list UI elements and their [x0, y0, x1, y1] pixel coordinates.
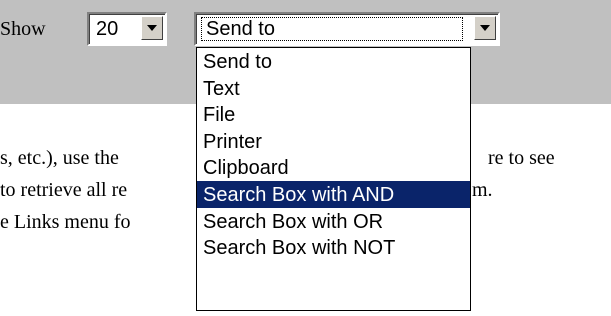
dropdown-option-printer[interactable]: Printer	[197, 128, 470, 155]
dropdown-option-search-box-and[interactable]: Search Box with AND	[197, 180, 470, 208]
page: Show 20 Send to s, etc.), use the re to …	[0, 0, 611, 316]
rows-per-page-select[interactable]: 20	[87, 12, 167, 46]
send-to-dropdown-list: Send to Text File Printer Clipboard Sear…	[196, 47, 471, 311]
chevron-down-icon	[480, 25, 490, 31]
send-to-dropdown-button[interactable]	[474, 16, 496, 40]
dropdown-option-text[interactable]: Text	[197, 75, 470, 102]
dropdown-option-search-box-not[interactable]: Search Box with NOT	[197, 234, 470, 261]
rows-per-page-dropdown-button[interactable]	[141, 16, 163, 40]
rows-per-page-value: 20	[96, 18, 119, 40]
send-to-value: Send to	[206, 18, 275, 40]
dropdown-option-clipboard[interactable]: Clipboard	[197, 154, 470, 181]
send-to-select[interactable]: Send to	[194, 12, 500, 46]
body-text-line2-left: to retrieve all re	[0, 179, 128, 201]
body-text-line1-right: re to see	[488, 147, 555, 169]
show-label: Show	[0, 18, 46, 40]
dropdown-option-file[interactable]: File	[197, 101, 470, 128]
chevron-down-icon	[147, 25, 157, 31]
body-text-line3-left: e Links menu fo	[0, 211, 131, 233]
dropdown-option-search-box-or[interactable]: Search Box with OR	[197, 208, 470, 235]
body-text-line1-left: s, etc.), use the	[0, 147, 119, 169]
dropdown-option-send-to[interactable]: Send to	[197, 48, 470, 75]
body-text-line2-right: m.	[472, 179, 493, 201]
